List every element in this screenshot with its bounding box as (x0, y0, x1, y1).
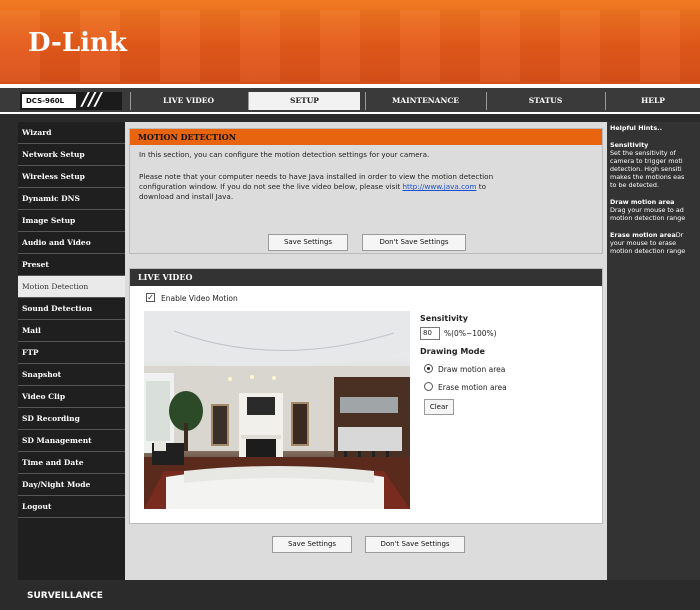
footer: SURVEILLANCE (0, 580, 700, 610)
java-link[interactable]: http://www.java.com (402, 182, 476, 191)
sidebar-item-image-setup[interactable]: Image Setup (18, 210, 125, 232)
hint-erase-heading: Erase motion areaDr (610, 231, 698, 239)
sidebar-item-mail[interactable]: Mail (18, 320, 125, 342)
sidebar-item-video-clip[interactable]: Video Clip (18, 386, 125, 408)
clear-button[interactable]: Clear (424, 399, 454, 415)
model-box: DCS-960L /// (20, 89, 122, 110)
draw-motion-area-radio[interactable] (424, 364, 433, 373)
sidebar-item-time-and-date[interactable]: Time and Date (18, 452, 125, 474)
tab-status[interactable]: STATUS (486, 92, 604, 110)
dont-save-settings-button-top[interactable]: Don't Save Settings (362, 234, 466, 251)
footer-surveillance-text: SURVEILLANCE (27, 591, 103, 601)
java-note-to: to (478, 182, 486, 191)
hints-title: Helpful Hints.. (610, 124, 662, 132)
motion-detection-title: MOTION DETECTION (130, 129, 602, 145)
hint-sensitivity-line: makes the motions eas (610, 173, 685, 181)
save-settings-button-top[interactable]: Save Settings (268, 234, 348, 251)
sidebar-item-preset[interactable]: Preset (18, 254, 125, 276)
sidebar-item-motion-detection[interactable]: Motion Detection (18, 276, 125, 298)
tab-help[interactable]: HELP (605, 92, 700, 110)
hint-sensitivity-title: Sensitivity (610, 141, 649, 149)
hint-sensitivity-line: to be detected. (610, 181, 659, 189)
sidebar-item-wizard[interactable]: Wizard (18, 122, 125, 144)
slashes-logo: /// (82, 89, 102, 110)
sidebar-item-network-setup[interactable]: Network Setup (18, 144, 125, 166)
live-video-panel: LIVE VIDEO ✓ Enable Video Motion Sensiti… (129, 268, 603, 524)
sidebar-item-sound-detection[interactable]: Sound Detection (18, 298, 125, 320)
sensitivity-input[interactable]: 80 (420, 327, 440, 340)
sidebar-item-audio-and-video[interactable]: Audio and Video (18, 232, 125, 254)
erase-motion-area-radio[interactable] (424, 382, 433, 391)
sidebar-item-dynamic-dns[interactable]: Dynamic DNS (18, 188, 125, 210)
erase-motion-area-label: Erase motion area (438, 383, 507, 392)
sidebar-item-sd-management[interactable]: SD Management (18, 430, 125, 452)
sidebar-item-day-night-mode[interactable]: Day/Night Mode (18, 474, 125, 496)
room-scene-image (144, 311, 410, 509)
live-video-feed[interactable] (144, 311, 410, 509)
motion-intro-text: In this section, you can configure the m… (139, 150, 430, 159)
java-note-text: configuration window. If you do not see … (139, 182, 401, 191)
hint-draw-line: Drag your mouse to ad (610, 206, 684, 214)
tab-setup[interactable]: SETUP (248, 92, 360, 110)
sidebar-item-ftp[interactable]: FTP (18, 342, 125, 364)
hint-sensitivity-line: detection. High sensiti (610, 165, 682, 173)
live-video-title: LIVE VIDEO (130, 269, 602, 286)
hint-erase-suffix: Dr (675, 231, 684, 239)
java-note-line-3: download and install Java. (139, 192, 234, 201)
tab-live-video[interactable]: LIVE VIDEO (130, 92, 246, 110)
main-content: MOTION DETECTION In this section, you ca… (125, 122, 607, 580)
draw-motion-area-label: Draw motion area (438, 365, 506, 374)
java-note-line-2: configuration window. If you do not see … (139, 182, 591, 192)
model-label: DCS-960L (22, 94, 76, 108)
sidebar-item-logout[interactable]: Logout (18, 496, 125, 518)
drawing-mode-label: Drawing Mode (420, 347, 485, 356)
sensitivity-range-label: %(0%~100%) (444, 329, 497, 338)
hint-erase-title: Erase motion area (610, 231, 676, 239)
hint-sensitivity-line: Set the sensitivity of (610, 149, 676, 157)
hint-draw-line: motion detection range (610, 214, 686, 222)
helpful-hints-panel: Helpful Hints.. Sensitivity Set the sens… (607, 122, 700, 580)
hint-erase-line: your mouse to erase (610, 239, 677, 247)
dlink-logo: D-Link (28, 28, 127, 58)
dont-save-settings-button-bottom[interactable]: Don't Save Settings (365, 536, 465, 553)
hint-draw-title: Draw motion area (610, 198, 675, 206)
sidebar-item-snapshot[interactable]: Snapshot (18, 364, 125, 386)
top-nav: DCS-960L /// LIVE VIDEO SETUP MAINTENANC… (0, 88, 700, 114)
java-note-line-1: Please note that your computer needs to … (139, 172, 494, 181)
header-banner: D-Link (0, 0, 700, 84)
motion-detection-panel: MOTION DETECTION In this section, you ca… (129, 128, 603, 254)
hint-sensitivity-line: camera to trigger moti (610, 157, 683, 165)
sidebar: Wizard Network Setup Wireless Setup Dyna… (18, 122, 125, 580)
sidebar-item-sd-recording[interactable]: SD Recording (18, 408, 125, 430)
sidebar-item-wireless-setup[interactable]: Wireless Setup (18, 166, 125, 188)
save-settings-button-bottom[interactable]: Save Settings (272, 536, 352, 553)
enable-video-motion-label: Enable Video Motion (161, 294, 238, 303)
tab-maintenance[interactable]: MAINTENANCE (365, 92, 485, 110)
hint-erase-line: motion detection range (610, 247, 686, 255)
sensitivity-label: Sensitivity (420, 314, 468, 323)
enable-video-motion-checkbox[interactable]: ✓ (146, 293, 155, 302)
